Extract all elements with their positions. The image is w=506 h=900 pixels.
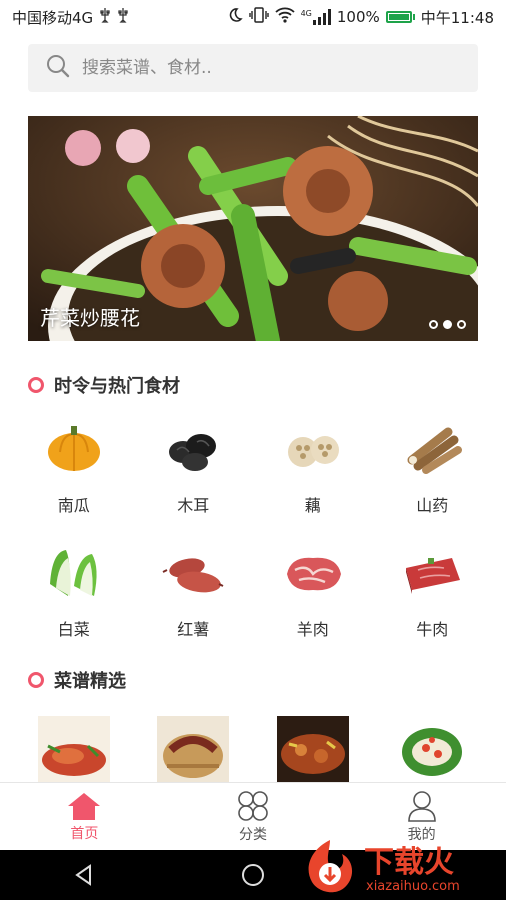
lotus-root-icon [287, 436, 339, 467]
battery-percent: 100% [336, 8, 380, 26]
wood-ear-icon [169, 434, 217, 471]
recipe-thumbnail[interactable] [37, 716, 110, 782]
beef-icon [406, 558, 461, 594]
search-input[interactable] [80, 57, 444, 79]
section-title: 时令与热门食材 [54, 376, 180, 397]
search-icon [46, 54, 70, 82]
ingredient-item-wood-ear[interactable]: 木耳 [134, 408, 254, 532]
clock: 中午11:48 [420, 8, 494, 27]
usb-icon [99, 7, 111, 27]
carousel-dot-active[interactable] [443, 320, 452, 329]
ingredient-label: 羊肉 [296, 620, 329, 639]
banner-caption: 芹菜炒腰花 [40, 306, 140, 330]
mutton-icon [286, 557, 341, 591]
tab-home[interactable]: 首页 [0, 783, 169, 851]
carousel-dot[interactable] [457, 320, 466, 329]
recipe-thumbnail[interactable] [396, 716, 469, 782]
ingredient-item-cabbage[interactable]: 白菜 [14, 532, 134, 656]
recipe-thumbnail[interactable] [157, 716, 230, 782]
ingredient-label: 山药 [416, 496, 449, 515]
section-title: 菜谱精选 [54, 671, 126, 692]
recipe-thumbnail-row [14, 716, 492, 782]
status-bar: 中国移动4G 4G 100% 中午11:48 [0, 0, 506, 34]
ingredient-grid: 南瓜 木耳 藕 山药 白菜 红薯 羊肉 牛肉 [14, 408, 492, 656]
ingredient-item-mutton[interactable]: 羊肉 [253, 532, 373, 656]
moon-icon [227, 7, 243, 27]
watermark-logo: 下载火 xiazaihuo.com [308, 840, 460, 894]
usb-icon [117, 7, 129, 27]
status-bar-right: 4G 100% 中午11:48 [227, 7, 494, 28]
ingredient-label: 白菜 [57, 620, 90, 639]
battery-icon [385, 11, 415, 23]
carousel-indicator [429, 320, 466, 329]
pumpkin-icon [47, 426, 100, 471]
svg-text:xiazaihuo.com: xiazaihuo.com [366, 879, 460, 894]
section-header-recipes: 菜谱精选 [28, 667, 126, 693]
tab-label: 首页 [70, 826, 99, 842]
ingredient-label: 南瓜 [57, 496, 90, 515]
wifi-icon [274, 7, 295, 27]
recipe-thumbnail[interactable] [276, 716, 349, 782]
sweet-potato-icon [162, 558, 224, 593]
carrier-label: 中国移动4G [12, 8, 94, 27]
signal-icon: 4G [301, 9, 331, 25]
section-ring-icon [28, 377, 44, 393]
tab-label: 分类 [239, 827, 267, 843]
vibrate-icon [248, 7, 269, 27]
network-type-label: 4G [300, 9, 312, 18]
svg-text:下载火: 下载火 [364, 845, 454, 880]
search-bar[interactable] [28, 44, 478, 92]
ingredient-label: 牛肉 [416, 620, 449, 639]
ingredient-label: 红薯 [177, 620, 210, 639]
ingredient-item-lotus-root[interactable]: 藕 [253, 408, 373, 532]
back-icon[interactable] [72, 863, 96, 887]
section-header-seasonal: 时令与热门食材 [28, 372, 180, 398]
category-icon [238, 791, 268, 821]
home-icon [68, 793, 101, 820]
home-circle-icon[interactable] [240, 862, 266, 888]
section-ring-icon [28, 672, 44, 688]
user-icon [407, 791, 436, 822]
ingredient-item-yam[interactable]: 山药 [373, 408, 493, 532]
carousel-dot[interactable] [429, 320, 438, 329]
banner-carousel[interactable]: 芹菜炒腰花 [28, 116, 478, 341]
yam-icon [407, 427, 463, 474]
ingredient-label: 藕 [304, 496, 321, 515]
ingredient-item-pumpkin[interactable]: 南瓜 [14, 408, 134, 532]
ingredient-item-beef[interactable]: 牛肉 [373, 532, 493, 656]
cabbage-icon [49, 550, 97, 596]
status-bar-left: 中国移动4G [12, 7, 129, 28]
ingredient-label: 木耳 [177, 496, 210, 515]
ingredient-item-sweet-potato[interactable]: 红薯 [134, 532, 254, 656]
